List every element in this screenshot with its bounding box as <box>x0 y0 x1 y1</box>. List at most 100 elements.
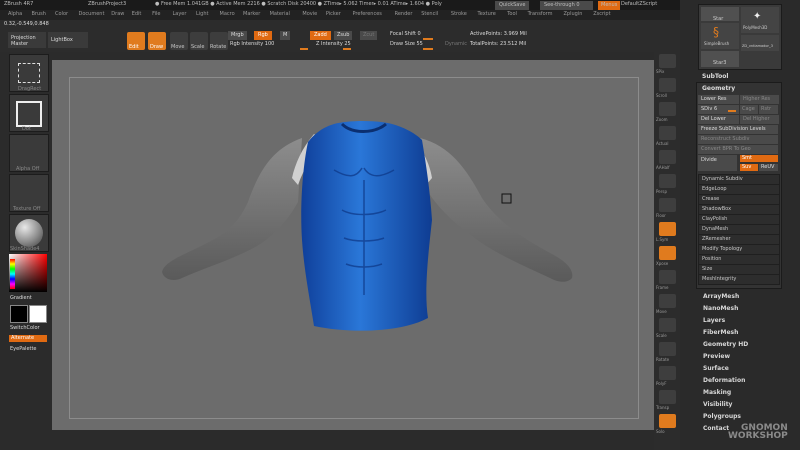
menu-stencil[interactable]: Stencil <box>421 12 438 17</box>
convert-bpr-button[interactable]: Convert BPR To Geo <box>698 145 778 154</box>
focal-shift-slider[interactable]: Focal Shift 0 <box>390 32 421 37</box>
zsub-button[interactable]: Zsub <box>334 31 353 40</box>
menu-macro[interactable]: Macro <box>220 12 235 17</box>
scale-button[interactable] <box>659 318 676 332</box>
deformation-menu[interactable]: Deformation <box>703 377 745 384</box>
projection-master-button[interactable]: Projection Master <box>8 32 46 48</box>
geometry-header[interactable]: Geometry <box>702 86 735 92</box>
draw-size-slider[interactable]: Draw Size 55 <box>390 42 423 47</box>
meshintegrity-subpalette[interactable]: MeshIntegrity <box>698 274 780 285</box>
menu-alpha[interactable]: Alpha <box>8 12 22 17</box>
menu-file[interactable]: File <box>152 12 160 17</box>
menu-marker[interactable]: Marker <box>243 12 260 17</box>
menu-light[interactable]: Light <box>196 12 208 17</box>
seethrough-slider[interactable]: See-through 0 <box>540 1 593 10</box>
freeze-subdiv-button[interactable]: Freeze SubDivision Levels <box>698 125 778 134</box>
spix-button[interactable] <box>659 54 676 68</box>
lsym-button[interactable] <box>659 222 676 236</box>
tool-thumb-star3[interactable]: Star3 <box>701 51 739 67</box>
nanomesh-menu[interactable]: NanoMesh <box>703 305 738 312</box>
draw-button[interactable]: Draw <box>148 32 166 50</box>
edit-button[interactable]: Edit <box>127 32 145 50</box>
zcut-button[interactable]: Zcut <box>360 31 378 40</box>
menu-zplugin[interactable]: Zplugin <box>564 12 583 17</box>
tool-thumb-star[interactable]: Star <box>701 7 739 22</box>
tool-thumb-polymesh[interactable]: ✦ PolyMesh3D <box>741 7 779 33</box>
menu-preferences[interactable]: Preferences <box>353 12 382 17</box>
reuv-toggle[interactable]: ReUV <box>759 164 778 171</box>
eyepalette-button[interactable]: EyePalette <box>10 347 37 352</box>
menu-brush[interactable]: Brush <box>32 12 46 17</box>
default-zscript[interactable]: DefaultZScript <box>621 2 657 7</box>
menu-zscript[interactable]: Zscript <box>593 12 610 17</box>
zadd-button[interactable]: Zadd <box>310 31 331 40</box>
rgb-button[interactable]: Rgb <box>254 31 272 40</box>
alternate-button[interactable]: Alternate <box>9 335 47 342</box>
visibility-menu[interactable]: Visibility <box>703 401 732 408</box>
arraymesh-menu[interactable]: ArrayMesh <box>703 293 739 300</box>
del-lower-button[interactable]: Del Lower <box>698 115 739 124</box>
floor-button[interactable] <box>659 198 676 212</box>
layers-menu[interactable]: Layers <box>703 317 725 324</box>
smt-toggle[interactable]: Smt <box>740 155 778 162</box>
surface-menu[interactable]: Surface <box>703 365 729 372</box>
z-intensity-slider[interactable]: Z Intensity 25 <box>316 42 351 47</box>
rotate-button[interactable]: Rotate <box>210 32 228 50</box>
polygroups-menu[interactable]: Polygroups <box>703 413 741 420</box>
tool-thumb-simplebrush[interactable]: § SimpleBrush <box>701 23 739 49</box>
menu-movie[interactable]: Movie <box>302 12 317 17</box>
transp-button[interactable] <box>659 390 676 404</box>
hue-strip[interactable] <box>10 259 15 289</box>
cage-button[interactable]: Cage <box>740 105 758 114</box>
solo-button[interactable] <box>659 414 676 428</box>
m-button[interactable]: M <box>280 31 291 40</box>
menus-button[interactable]: Menus <box>598 1 621 10</box>
suv-toggle[interactable]: Suv <box>740 164 758 171</box>
scroll-button[interactable] <box>659 78 676 92</box>
rotate-button[interactable] <box>659 342 676 356</box>
menu-draw[interactable]: Draw <box>111 12 124 17</box>
menu-stroke[interactable]: Stroke <box>451 12 467 17</box>
menu-render[interactable]: Render <box>395 12 413 17</box>
scale-button[interactable]: Scale <box>190 32 208 50</box>
contact-menu[interactable]: Contact <box>703 425 729 432</box>
menu-layer[interactable]: Layer <box>173 12 187 17</box>
rgb-intensity-slider[interactable]: Rgb Intensity 100 <box>230 42 274 47</box>
menu-color[interactable]: Color <box>55 12 68 17</box>
lightbox-button[interactable]: LightBox <box>48 32 88 48</box>
reconstruct-subdiv-button[interactable]: Reconstruct Subdiv <box>698 135 778 144</box>
del-higher-button[interactable]: Del Higher <box>740 115 779 124</box>
gradient-label[interactable]: Gradient <box>10 296 32 301</box>
masking-menu[interactable]: Masking <box>703 389 731 396</box>
menu-transform[interactable]: Transform <box>528 12 553 17</box>
menu-tool[interactable]: Tool <box>507 12 517 17</box>
polyf-button[interactable] <box>659 366 676 380</box>
persp-button[interactable] <box>659 174 676 188</box>
higher-res-button[interactable]: Higher Res <box>740 95 779 104</box>
menu-texture[interactable]: Texture <box>478 12 496 17</box>
menu-document[interactable]: Document <box>79 12 105 17</box>
menu-edit[interactable]: Edit <box>132 12 142 17</box>
dynamic-button[interactable]: Dynamic <box>445 42 467 47</box>
primary-color-swatch[interactable] <box>10 305 28 323</box>
frame-button[interactable] <box>659 270 676 284</box>
secondary-color-swatch[interactable] <box>29 305 47 323</box>
subtool-menu[interactable]: SubTool <box>702 74 728 80</box>
rstr-button[interactable]: Rstr <box>759 105 778 114</box>
preview-menu[interactable]: Preview <box>703 353 730 360</box>
geometry-hd-menu[interactable]: Geometry HD <box>703 341 748 348</box>
lower-res-button[interactable]: Lower Res <box>698 95 739 104</box>
move-button[interactable] <box>659 294 676 308</box>
tool-thumb-zd[interactable]: ZD_vntiamador_3 <box>741 35 779 51</box>
quicksave-button[interactable]: QuickSave <box>495 1 530 10</box>
fibermesh-menu[interactable]: FiberMesh <box>703 329 738 336</box>
actual-button[interactable] <box>659 126 676 140</box>
xpose-button[interactable] <box>659 246 676 260</box>
switchcolor-button[interactable]: SwitchColor <box>10 326 40 331</box>
menu-material[interactable]: Material <box>270 12 290 17</box>
mrgb-button[interactable]: Mrgb <box>228 31 247 40</box>
zoom-button[interactable] <box>659 102 676 116</box>
divide-button[interactable]: Divide <box>698 155 737 171</box>
aahalf-button[interactable] <box>659 150 676 164</box>
menu-picker[interactable]: Picker <box>326 12 341 17</box>
